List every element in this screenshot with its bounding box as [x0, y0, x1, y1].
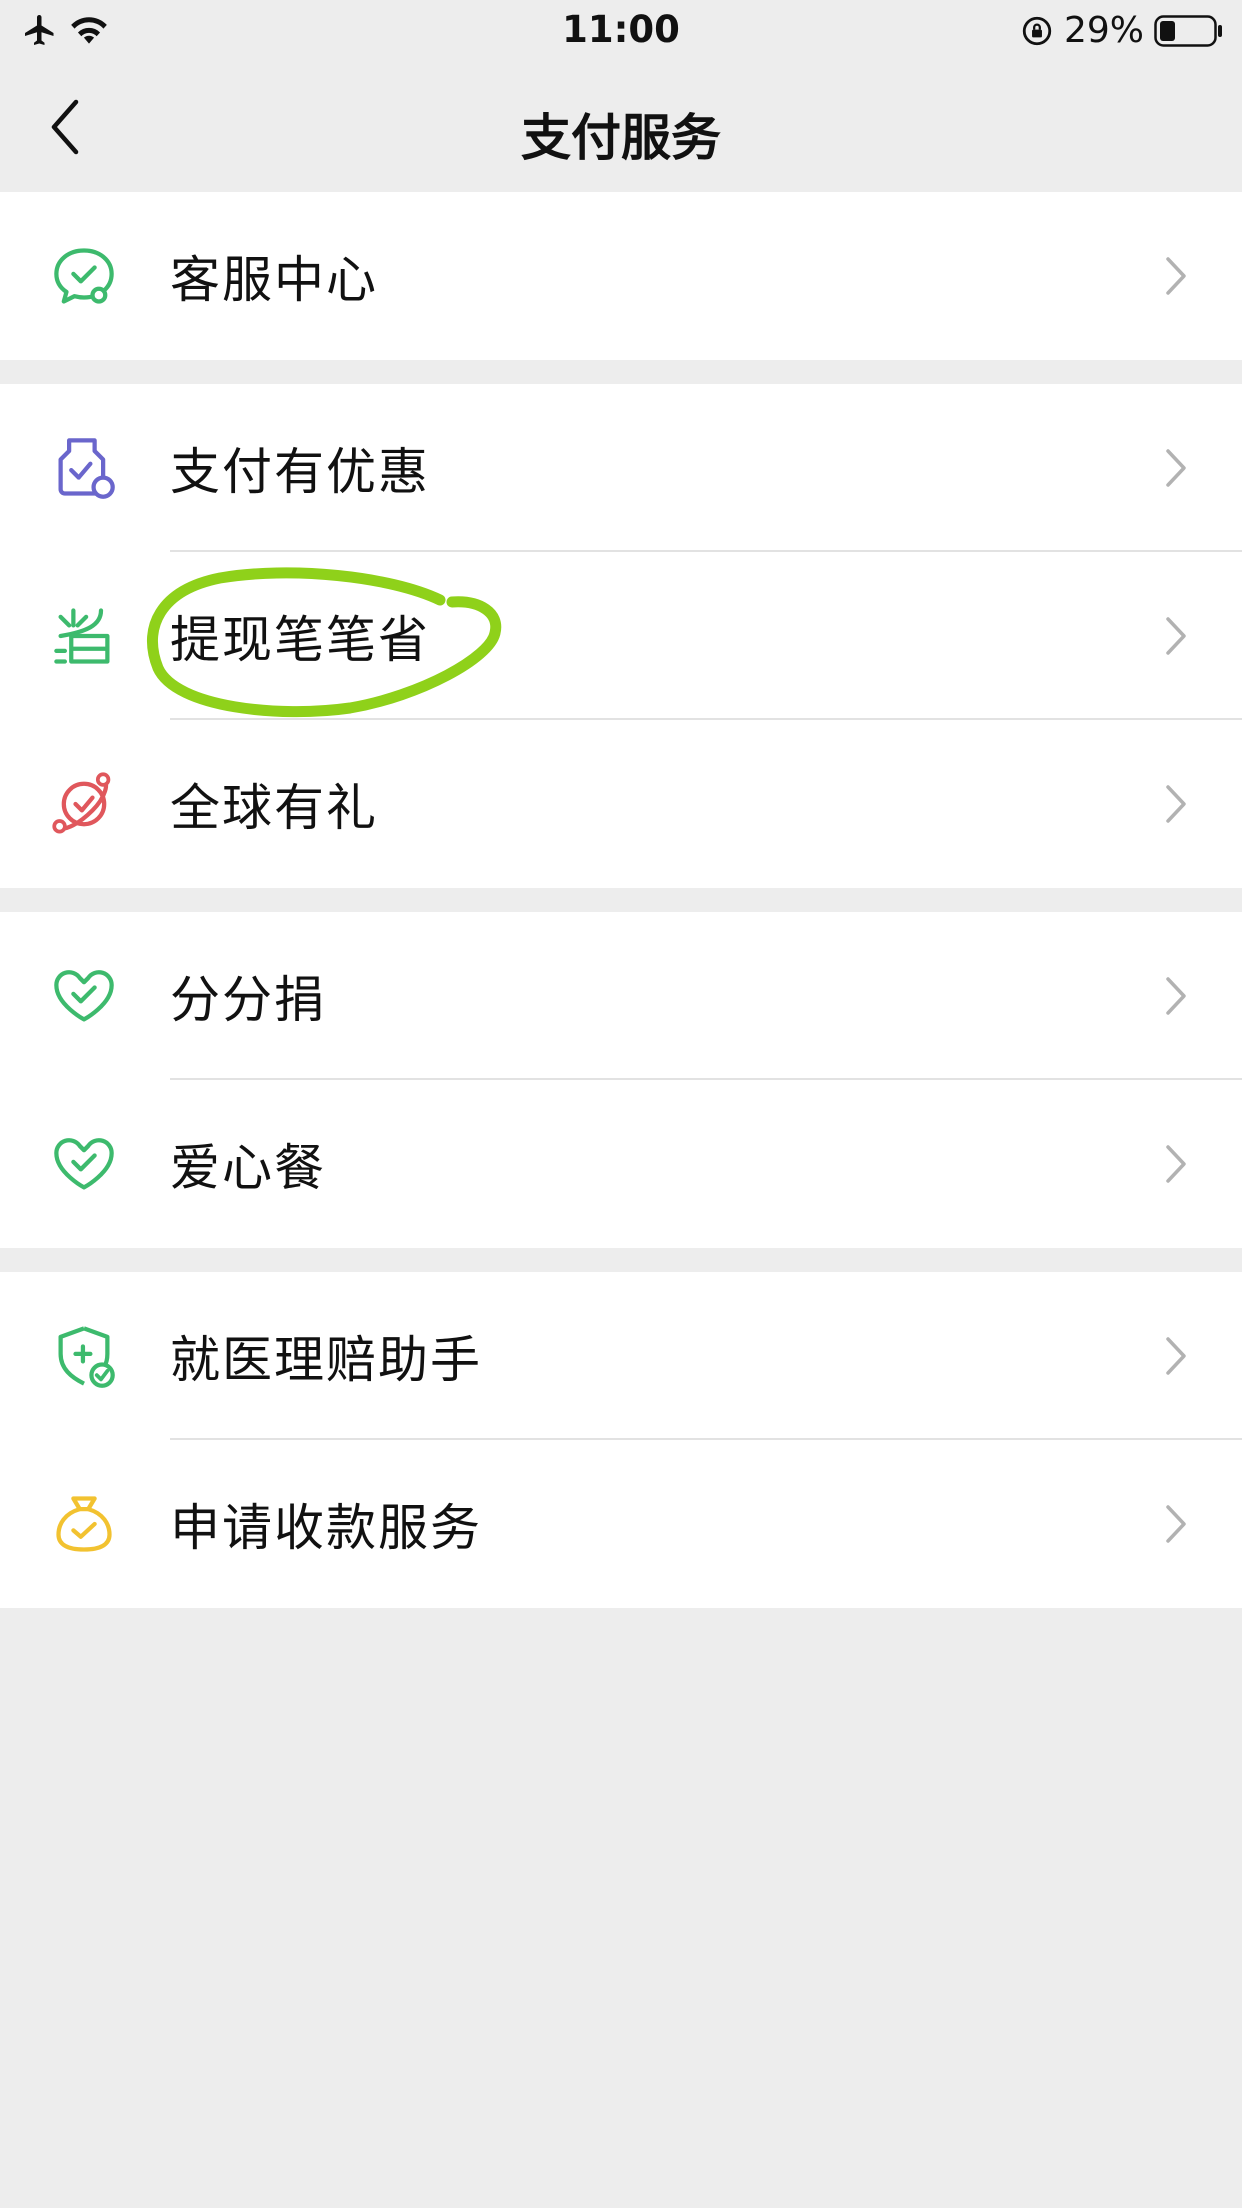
chevron-right-icon — [1166, 257, 1186, 295]
list-item-label: 申请收款服务 — [170, 1499, 482, 1557]
list-item-medical-claim[interactable]: 就医理赔助手 — [0, 1272, 1242, 1440]
service-group-2: 支付有优惠 提现笔笔省 全球有礼 — [0, 384, 1242, 888]
page-title: 支付服务 — [521, 109, 721, 167]
money-bag-icon — [56, 1496, 112, 1552]
list-item-label: 支付有优惠 — [170, 443, 430, 501]
chevron-right-icon — [1166, 1505, 1186, 1543]
list-item-label: 分分捐 — [170, 971, 326, 1029]
battery-percent: 29% — [1063, 10, 1144, 51]
list-item-global-gift[interactable]: 全球有礼 — [0, 720, 1242, 888]
list-item-apply-payment-service[interactable]: 申请收款服务 — [0, 1440, 1242, 1608]
service-group-3: 分分捐 爱心餐 — [0, 912, 1242, 1248]
list-item-payment-discount[interactable]: 支付有优惠 — [0, 384, 1242, 552]
global-gift-icon — [52, 772, 111, 834]
heart-check-icon — [54, 970, 114, 1022]
discount-icon — [58, 438, 115, 499]
chevron-right-icon — [1166, 977, 1186, 1015]
list-item-fenfen-donate[interactable]: 分分捐 — [0, 912, 1242, 1080]
status-bar: 11:00 29% — [0, 0, 1242, 62]
list-item-customer-service[interactable]: 客服中心 — [0, 192, 1242, 360]
chevron-right-icon — [1166, 1145, 1186, 1183]
navigation-bar: 支付服务 — [0, 62, 1242, 192]
service-group-1: 客服中心 — [0, 192, 1242, 360]
list-item-label: 全球有礼 — [170, 779, 378, 837]
customer-service-icon — [54, 248, 114, 304]
chevron-right-icon — [1166, 785, 1186, 823]
withdraw-save-icon — [54, 608, 110, 664]
battery-icon — [1154, 14, 1222, 47]
list-item-charity-meal[interactable]: 爱心餐 — [0, 1080, 1242, 1248]
list-item-label: 爱心餐 — [170, 1139, 326, 1197]
chevron-right-icon — [1166, 617, 1186, 655]
list-item-label: 客服中心 — [170, 251, 378, 309]
chevron-right-icon — [1166, 449, 1186, 487]
medical-claim-icon — [58, 1326, 115, 1388]
list-item-label: 就医理赔助手 — [170, 1331, 482, 1389]
rotation-lock-icon — [1022, 16, 1052, 45]
chevron-right-icon — [1166, 1337, 1186, 1375]
status-right: 29% — [1020, 10, 1224, 51]
list-item-withdraw-save[interactable]: 提现笔笔省 — [0, 552, 1242, 720]
heart-check-icon — [54, 1138, 114, 1190]
service-group-4: 就医理赔助手 申请收款服务 — [0, 1272, 1242, 1608]
list-item-label: 提现笔笔省 — [170, 611, 430, 669]
